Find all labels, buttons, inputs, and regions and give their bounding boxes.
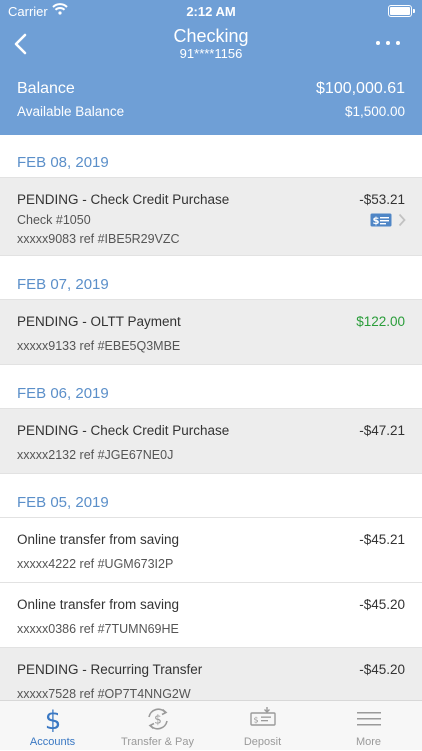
svg-text:$: $ xyxy=(253,716,258,725)
page-title: Checking xyxy=(173,26,249,46)
check-image-icon[interactable]: $ xyxy=(370,213,392,227)
balance-label: Balance xyxy=(17,80,75,97)
transaction-reference: xxxxx9083 ref #IBE5R29VZC xyxy=(17,232,180,246)
more-options-button[interactable] xyxy=(376,36,400,50)
tab-bar: $ Accounts $ Transfer & Pay $ Deposit Mo… xyxy=(0,700,422,750)
tab-more[interactable]: More xyxy=(315,701,422,751)
transaction-row[interactable]: PENDING - OLTT Payment xxxxx9133 ref #EB… xyxy=(0,300,422,365)
date-header: FEB 08, 2019 xyxy=(0,135,422,178)
tab-label: Deposit xyxy=(243,736,282,748)
date-header: FEB 05, 2019 xyxy=(0,474,422,518)
menu-icon xyxy=(357,712,381,726)
transfer-pay-icon: $ xyxy=(148,708,168,730)
transaction-row[interactable]: PENDING - Check Credit Purchase xxxxx213… xyxy=(0,409,422,474)
transaction-row[interactable]: PENDING - Check Credit Purchase Check #1… xyxy=(0,178,422,256)
chevron-right-icon xyxy=(398,213,406,227)
account-number: 91****1156 xyxy=(179,46,243,61)
transaction-reference: xxxxx4222 ref #UGM673I2P xyxy=(17,557,174,571)
transaction-reference: xxxxx2132 ref #JGE67NE0J xyxy=(17,448,174,462)
tab-label: Accounts xyxy=(29,736,76,748)
transaction-amount: -$45.21 xyxy=(359,532,405,547)
balance-value: $100,000.61 xyxy=(316,80,405,97)
svg-text:$: $ xyxy=(45,706,62,732)
svg-text:$: $ xyxy=(373,216,380,227)
transaction-list[interactable]: FEB 08, 2019 PENDING - Check Credit Purc… xyxy=(0,135,422,700)
transaction-reference: xxxxx7528 ref #OP7T4NNG2W xyxy=(17,687,191,700)
transaction-amount: -$47.21 xyxy=(359,423,405,438)
available-balance-value: $1,500.00 xyxy=(344,104,405,119)
transaction-description: PENDING - Check Credit Purchase xyxy=(17,192,230,207)
status-bar: Carrier 2:12 AM xyxy=(0,0,422,22)
battery-icon xyxy=(388,5,415,17)
date-header: FEB 06, 2019 xyxy=(0,365,422,409)
svg-text:$: $ xyxy=(154,713,162,727)
transaction-reference: xxxxx0386 ref #7TUMN69HE xyxy=(17,622,179,636)
transaction-amount: $122.00 xyxy=(356,314,405,329)
transaction-row[interactable]: Online transfer from saving xxxxx0386 re… xyxy=(0,583,422,648)
tab-deposit[interactable]: $ Deposit xyxy=(210,701,315,751)
transaction-description: Online transfer from saving xyxy=(17,597,180,612)
deposit-check-icon: $ xyxy=(250,707,276,726)
transaction-row[interactable]: PENDING - Recurring Transfer xxxxx7528 r… xyxy=(0,648,422,700)
tab-transfer-pay[interactable]: $ Transfer & Pay xyxy=(105,701,210,751)
tab-accounts[interactable]: $ Accounts xyxy=(0,701,105,751)
transaction-amount: -$45.20 xyxy=(359,597,405,612)
transaction-description: PENDING - Recurring Transfer xyxy=(17,662,203,677)
transaction-description: PENDING - Check Credit Purchase xyxy=(17,423,230,438)
date-header: FEB 07, 2019 xyxy=(0,256,422,300)
account-header: Carrier 2:12 AM Checking 91****1156 Bala… xyxy=(0,0,422,135)
transaction-reference: xxxxx9133 ref #EBE5Q3MBE xyxy=(17,339,181,353)
transaction-amount: -$45.20 xyxy=(359,662,405,677)
check-number: Check #1050 xyxy=(17,213,91,227)
status-time: 2:12 AM xyxy=(186,4,236,19)
transaction-row[interactable]: Online transfer from saving xxxxx4222 re… xyxy=(0,518,422,583)
tab-label: More xyxy=(355,736,382,748)
tab-label: Transfer & Pay xyxy=(121,736,194,748)
transaction-description: PENDING - OLTT Payment xyxy=(17,314,181,329)
transaction-amount: -$53.21 xyxy=(359,192,405,207)
available-balance-label: Available Balance xyxy=(17,104,125,119)
dollar-icon: $ xyxy=(45,706,62,732)
transaction-description: Online transfer from saving xyxy=(17,532,180,547)
